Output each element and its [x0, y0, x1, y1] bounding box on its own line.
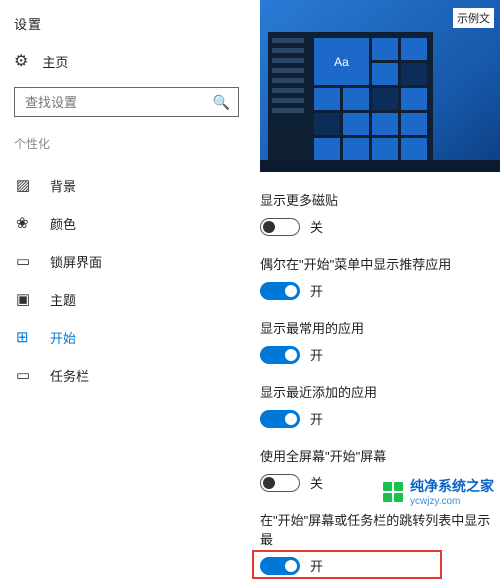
toggle-row: 开 — [260, 556, 500, 575]
setting-label: 在"开始"屏幕或任务栏的跳转列表中显示最 — [260, 510, 500, 548]
search-box[interactable]: 🔍 — [14, 87, 239, 117]
toggle-knob — [285, 285, 297, 297]
toggle-knob — [263, 221, 275, 233]
nav-item-label: 主题 — [50, 290, 76, 309]
setting-label: 显示更多磁贴 — [260, 190, 500, 209]
nav-item-colors[interactable]: ❀ 颜色 — [14, 204, 255, 242]
nav-item-lockscreen[interactable]: ▭ 锁屏界面 — [14, 242, 255, 280]
home-label: 主页 — [42, 52, 68, 71]
setting-label: 显示最近添加的应用 — [260, 382, 500, 401]
toggle-state-label: 开 — [310, 556, 323, 575]
toggle-row: 开 — [260, 409, 500, 428]
watermark: 纯净系统之家 ycwjzy.com — [382, 476, 494, 507]
toggle-suggested-apps[interactable] — [260, 282, 300, 300]
toggle-jump-lists[interactable] — [260, 557, 300, 575]
nav-item-background[interactable]: ▨ 背景 — [14, 166, 255, 204]
toggle-state-label: 开 — [310, 409, 323, 428]
setting-suggested-apps: 偶尔在"开始"菜单中显示推荐应用开 — [260, 254, 500, 300]
nav-item-taskbar[interactable]: ▭ 任务栏 — [14, 356, 255, 394]
nav-item-label: 锁屏界面 — [50, 252, 102, 271]
preview-tile-aa: Aa — [314, 38, 369, 85]
toggle-knob — [263, 477, 275, 489]
toggle-knob — [285, 560, 297, 572]
nav-item-label: 任务栏 — [50, 366, 89, 385]
preview-start-menu: Aa — [268, 32, 433, 160]
toggle-row: 开 — [260, 345, 500, 364]
toggle-fullscreen[interactable] — [260, 474, 300, 492]
nav-item-label: 背景 — [50, 176, 76, 195]
settings-title: 设置 — [14, 14, 255, 33]
preview-sample-label: 示例文 — [453, 8, 494, 28]
gear-icon: ⚙ — [14, 51, 28, 71]
nav-item-start[interactable]: ⊞ 开始 — [14, 318, 255, 356]
setting-label: 使用全屏幕"开始"屏幕 — [260, 446, 500, 465]
toggle-most-used[interactable] — [260, 346, 300, 364]
setting-label: 偶尔在"开始"菜单中显示推荐应用 — [260, 254, 500, 273]
toggle-recently-added[interactable] — [260, 410, 300, 428]
settings-list: 显示更多磁贴关偶尔在"开始"菜单中显示推荐应用开显示最常用的应用开显示最近添加的… — [260, 190, 500, 575]
toggle-row: 关 — [260, 217, 500, 236]
search-input[interactable] — [23, 94, 213, 111]
setting-jump-lists: 在"开始"屏幕或任务栏的跳转列表中显示最开 — [260, 510, 500, 575]
toggle-more-tiles[interactable] — [260, 218, 300, 236]
watermark-text: 纯净系统之家 — [410, 478, 494, 494]
start-icon: ⊞ — [16, 328, 34, 346]
home-button[interactable]: ⚙ 主页 — [14, 51, 255, 71]
setting-label: 显示最常用的应用 — [260, 318, 500, 337]
taskbar-icon: ▭ — [16, 366, 34, 384]
nav-item-themes[interactable]: ▣ 主题 — [14, 280, 255, 318]
start-preview: 示例文 Aa — [260, 0, 500, 172]
setting-recently-added: 显示最近添加的应用开 — [260, 382, 500, 428]
watermark-url: ycwjzy.com — [410, 496, 494, 507]
setting-most-used: 显示最常用的应用开 — [260, 318, 500, 364]
setting-more-tiles: 显示更多磁贴关 — [260, 190, 500, 236]
nav-list: ▨ 背景 ❀ 颜色 ▭ 锁屏界面 ▣ 主题 ⊞ 开始 ▭ 任务栏 — [14, 166, 255, 394]
colors-icon: ❀ — [16, 214, 34, 232]
section-label: 个性化 — [14, 135, 255, 152]
search-icon: 🔍 — [213, 94, 230, 111]
nav-item-label: 颜色 — [50, 214, 76, 233]
lockscreen-icon: ▭ — [16, 252, 34, 270]
toggle-state-label: 关 — [310, 217, 323, 236]
toggle-knob — [285, 349, 297, 361]
toggle-state-label: 开 — [310, 345, 323, 364]
watermark-logo-icon — [382, 481, 404, 503]
themes-icon: ▣ — [16, 290, 34, 308]
nav-item-label: 开始 — [50, 328, 76, 347]
toggle-state-label: 开 — [310, 281, 323, 300]
toggle-knob — [285, 413, 297, 425]
background-icon: ▨ — [16, 176, 34, 194]
toggle-row: 开 — [260, 281, 500, 300]
preview-taskbar — [260, 160, 500, 172]
toggle-state-label: 关 — [310, 473, 323, 492]
